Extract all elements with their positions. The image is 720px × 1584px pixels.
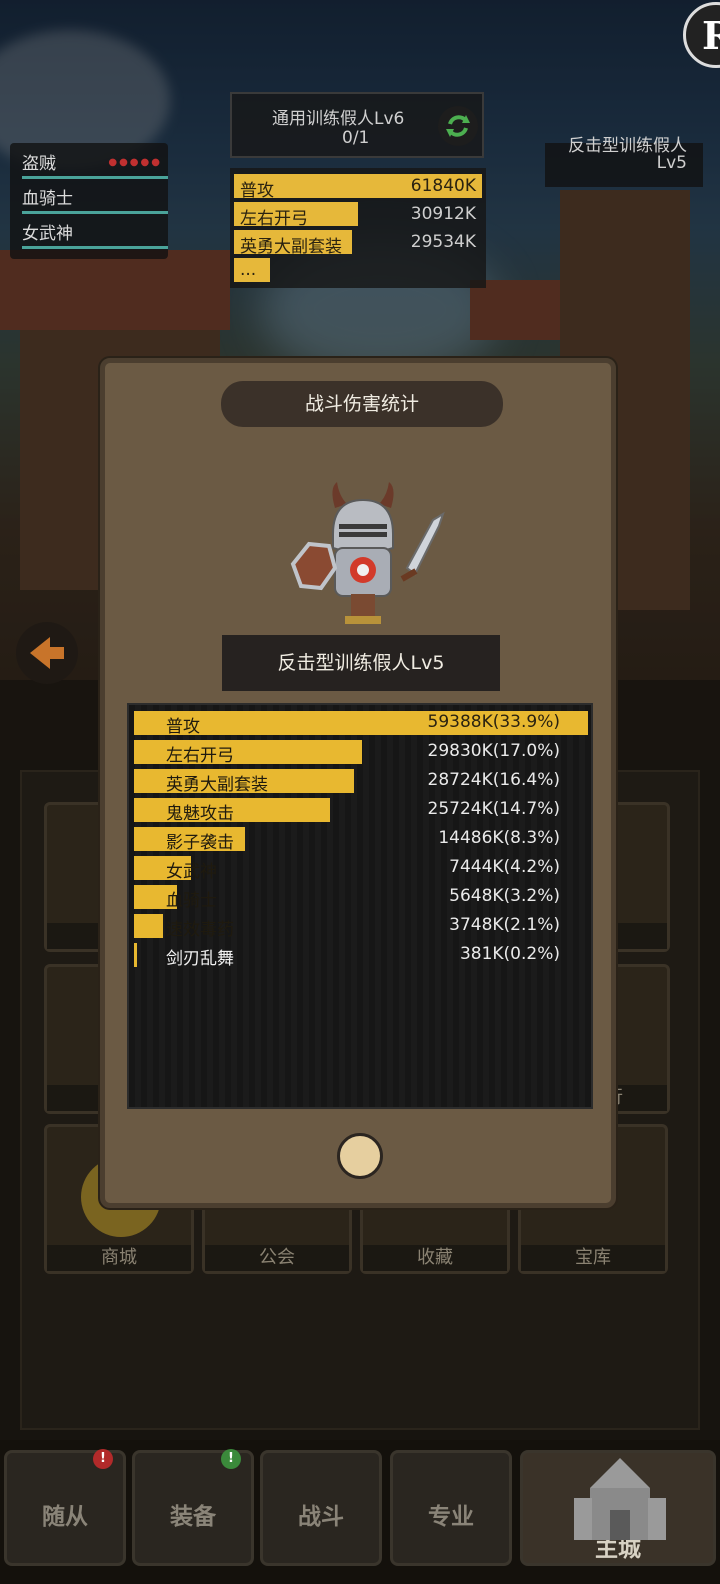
nav-followers-label: 随从	[42, 1504, 88, 1530]
target-box: 通用训练假人Lv6 0/1	[230, 92, 484, 158]
nav-equipment[interactable]: ! 装备	[132, 1449, 254, 1566]
mini-stat-value: 29534K	[410, 232, 476, 252]
mini-stat-label: ...	[240, 260, 257, 280]
target-count: 0/1	[342, 128, 370, 148]
nav-equipment-label: 装备	[170, 1504, 216, 1530]
damage-stats-dialog: 战斗伤害统计 反击型训练假人Lv5 普攻 59388K(33.9%) 左右开弓 …	[100, 358, 616, 1208]
mini-stat-value: 61840K	[410, 176, 476, 196]
damage-source: 剑刃乱舞	[166, 949, 234, 969]
team-member-name: 血骑士	[22, 189, 73, 209]
damage-row: 鬼魅攻击 25724K(14.7%)	[134, 798, 588, 824]
damage-value: 5648K(3.2%)	[449, 886, 560, 906]
health-bar	[22, 246, 168, 249]
nav-battle-label: 战斗	[298, 1504, 344, 1530]
castle-icon	[574, 1458, 666, 1540]
nav-profession-label: 专业	[428, 1504, 474, 1530]
damage-value: 14486K(8.3%)	[438, 828, 560, 848]
damage-source: 普攻	[166, 717, 200, 737]
damage-value: 29830K(17.0%)	[427, 741, 561, 761]
damage-row: 速效毒药 3748K(2.1%)	[134, 914, 588, 940]
damage-bar	[134, 914, 163, 938]
damage-value: 59388K(33.9%)	[427, 712, 561, 732]
dialog-title: 战斗伤害统计	[221, 381, 503, 427]
nav-followers[interactable]: ! 随从	[4, 1449, 126, 1566]
damage-source: 英勇大副套装	[166, 775, 268, 795]
damage-bar	[134, 943, 137, 967]
tile-shop-label: 商城	[47, 1245, 191, 1271]
health-bar	[22, 176, 168, 179]
damage-value: 7444K(4.2%)	[449, 857, 560, 877]
damage-list: 普攻 59388K(33.9%) 左右开弓 29830K(17.0%) 英勇大副…	[127, 703, 593, 1109]
nav-battle[interactable]: 战斗	[260, 1450, 382, 1566]
switch-target-icon[interactable]	[438, 106, 478, 146]
close-button[interactable]	[337, 1133, 383, 1179]
damage-row: 女武神 7444K(4.2%)	[134, 856, 588, 882]
damage-source: 鬼魅攻击	[166, 804, 234, 824]
mini-stat-row: 左右开弓 30912K	[234, 202, 482, 229]
enemy-name: 反击型训练假人Lv5	[222, 635, 500, 691]
mini-stat-label: 普攻	[240, 181, 274, 201]
back-arrow-icon[interactable]	[16, 622, 78, 684]
mini-damage-stats: 普攻 61840K 左右开弓 30912K 英勇大副套装 29534K ...	[230, 168, 486, 288]
team-panel: 盗贼 ●●●●● 血骑士 女武神	[10, 143, 168, 259]
damage-value: 3748K(2.1%)	[449, 915, 560, 935]
current-target: 反击型训练假人 Lv5	[545, 136, 703, 187]
training-dummy-icon	[290, 482, 445, 624]
team-member-name: 盗贼	[22, 154, 56, 174]
mini-stat-label: 左右开弓	[240, 209, 308, 229]
team-member-name: 女武神	[22, 224, 73, 244]
mini-stat-value: 30912K	[410, 204, 476, 224]
damage-source: 影子袭击	[166, 833, 234, 853]
damage-value: 28724K(16.4%)	[427, 770, 561, 790]
damage-row: 血骑士 5648K(3.2%)	[134, 885, 588, 911]
mini-stat-label: 英勇大副套装	[240, 237, 342, 257]
damage-source: 左右开弓	[166, 746, 234, 766]
current-target-level: Lv5	[656, 153, 687, 173]
damage-row: 左右开弓 29830K(17.0%)	[134, 740, 588, 766]
target-name: 通用训练假人Lv6	[272, 109, 405, 129]
alert-badge: !	[221, 1449, 241, 1469]
damage-row: 普攻 59388K(33.9%)	[134, 711, 588, 737]
damage-value: 25724K(14.7%)	[427, 799, 561, 819]
damage-source: 女武神	[166, 862, 217, 882]
logo-letter: R	[702, 13, 720, 58]
mini-stat-row: 英勇大副套装 29534K	[234, 230, 482, 257]
damage-source: 速效毒药	[166, 920, 234, 940]
team-member[interactable]: 女武神	[22, 219, 168, 249]
damage-row: 英勇大副套装 28724K(16.4%)	[134, 769, 588, 795]
mini-stat-row: ...	[234, 258, 482, 282]
mini-stat-row: 普攻 61840K	[234, 174, 482, 201]
nav-profession[interactable]: 专业	[390, 1450, 512, 1566]
tile-collection-label: 收藏	[363, 1245, 507, 1271]
tile-guild-label: 公会	[205, 1245, 349, 1271]
damage-row: 影子袭击 14486K(8.3%)	[134, 827, 588, 853]
buff-dots: ●●●●●	[108, 157, 162, 168]
team-member[interactable]: 血骑士	[22, 184, 168, 214]
team-member[interactable]: 盗贼 ●●●●●	[22, 149, 168, 179]
tile-treasury-label: 宝库	[521, 1245, 665, 1271]
dialog-title-text: 战斗伤害统计	[304, 393, 419, 415]
health-bar	[22, 211, 168, 214]
alert-badge: !	[93, 1449, 113, 1469]
damage-value: 381K(0.2%)	[459, 944, 560, 964]
damage-row: 剑刃乱舞 381K(0.2%)	[134, 943, 588, 969]
damage-source: 血骑士	[166, 891, 217, 911]
